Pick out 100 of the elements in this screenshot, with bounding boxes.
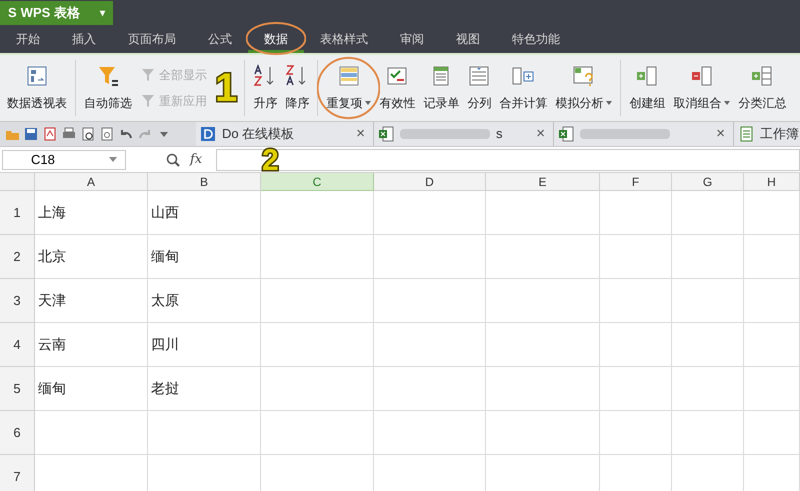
table-cell[interactable] [261,235,374,279]
table-cell[interactable]: 缅甸 [35,367,148,411]
table-cell[interactable]: 云南 [35,323,148,367]
row-header[interactable]: 1 [0,191,35,235]
row-header[interactable]: 5 [0,367,35,411]
table-cell[interactable] [35,411,148,455]
caret-icon[interactable] [109,156,117,162]
menu-tab[interactable]: 插入 [56,28,112,53]
table-cell[interactable] [672,279,744,323]
ribbon-button[interactable]: 分类汇总 [735,58,790,118]
table-cell[interactable] [600,279,672,323]
app-menu-button[interactable]: S WPS 表格 ▾ [0,1,113,25]
ribbon-button[interactable]: 取消组合 [670,58,734,118]
table-cell[interactable] [744,411,800,455]
ribbon-button[interactable]: 创建组 [626,58,668,118]
row-header[interactable]: 3 [0,279,35,323]
table-cell[interactable] [672,235,744,279]
table-cell[interactable] [374,323,486,367]
zoom-icon[interactable] [166,152,180,166]
table-cell[interactable] [672,323,744,367]
table-cell[interactable]: 太原 [148,279,261,323]
table-cell[interactable] [744,323,800,367]
document-tab[interactable]: × [554,122,734,146]
table-cell[interactable] [261,279,374,323]
column-header[interactable]: F [600,173,672,191]
close-icon[interactable]: × [356,122,369,146]
name-box[interactable]: C18 [2,150,126,170]
ribbon-button[interactable]: 数据透视表 [4,58,70,118]
ribbon-button[interactable]: 升序 [250,58,280,118]
menu-tab[interactable]: 表格样式 [304,28,384,53]
table-cell[interactable] [374,411,486,455]
select-all-corner[interactable] [0,173,35,191]
table-cell[interactable] [744,367,800,411]
printer-icon[interactable] [62,127,76,141]
column-header[interactable]: E [486,173,600,191]
table-cell[interactable] [486,279,600,323]
table-cell[interactable] [744,235,800,279]
table-cell[interactable] [672,367,744,411]
menu-tab[interactable]: 审阅 [384,28,440,53]
document-tab[interactable]: s × [374,122,554,146]
document-tab[interactable]: Do 在线模板 × [196,122,374,146]
table-cell[interactable] [148,411,261,455]
table-cell[interactable]: 老挝 [148,367,261,411]
save-icon[interactable] [24,127,38,141]
row-header[interactable]: 6 [0,411,35,455]
table-cell[interactable] [374,235,486,279]
table-cell[interactable] [374,367,486,411]
table-cell[interactable] [261,411,374,455]
table-cell[interactable] [486,367,600,411]
table-cell[interactable]: 山西 [148,191,261,235]
table-cell[interactable] [486,323,600,367]
table-cell[interactable] [600,191,672,235]
table-cell[interactable] [600,367,672,411]
ribbon-button[interactable]: 记录单 [420,58,462,118]
table-cell[interactable]: 天津 [35,279,148,323]
table-cell[interactable] [672,191,744,235]
column-header[interactable]: G [672,173,744,191]
table-cell[interactable] [600,323,672,367]
menu-tab[interactable]: 视图 [440,28,496,53]
row-header[interactable]: 4 [0,323,35,367]
table-cell[interactable] [374,191,486,235]
table-cell[interactable] [261,191,374,235]
undo-icon[interactable] [119,127,133,141]
table-cell[interactable] [600,235,672,279]
table-cell[interactable] [744,191,800,235]
menu-tab[interactable]: 特色功能 [496,28,576,53]
table-cell[interactable] [486,411,600,455]
menu-tab[interactable]: 页面布局 [112,28,192,53]
function-button[interactable]: fx [190,150,202,170]
redo-icon[interactable] [138,127,152,141]
menu-tab[interactable]: 公式 [192,28,248,53]
table-cell[interactable] [374,279,486,323]
table-cell[interactable]: 缅甸 [148,235,261,279]
table-cell[interactable] [261,323,374,367]
page-preview-icon[interactable] [100,127,114,141]
table-cell[interactable] [744,279,800,323]
column-header[interactable]: B [148,173,261,191]
print-preview-icon[interactable] [81,127,95,141]
row-header[interactable]: 2 [0,235,35,279]
ribbon-button[interactable]: 分列 [464,58,494,118]
table-cell[interactable] [486,235,600,279]
ribbon-button[interactable]: 自动筛选 [81,58,135,118]
ribbon-button[interactable]: 合并计算 [496,58,550,118]
pdf-icon[interactable] [43,127,57,141]
document-tab[interactable]: 工作簿 [734,122,800,146]
table-cell[interactable]: 四川 [148,323,261,367]
formula-input[interactable] [216,148,800,170]
menu-tab[interactable]: 开始 [0,28,56,53]
table-cell[interactable]: 北京 [35,235,148,279]
ribbon-button[interactable]: 有效性 [376,58,418,118]
close-icon[interactable]: × [716,122,729,146]
table-cell[interactable] [672,411,744,455]
column-header[interactable]: C [261,173,374,191]
column-header[interactable]: A [35,173,148,191]
row-header[interactable]: 7 [0,455,35,491]
close-icon[interactable]: × [536,122,549,146]
column-header[interactable]: D [374,173,486,191]
table-cell[interactable] [486,191,600,235]
column-header[interactable]: H [744,173,800,191]
table-cell[interactable]: 上海 [35,191,148,235]
